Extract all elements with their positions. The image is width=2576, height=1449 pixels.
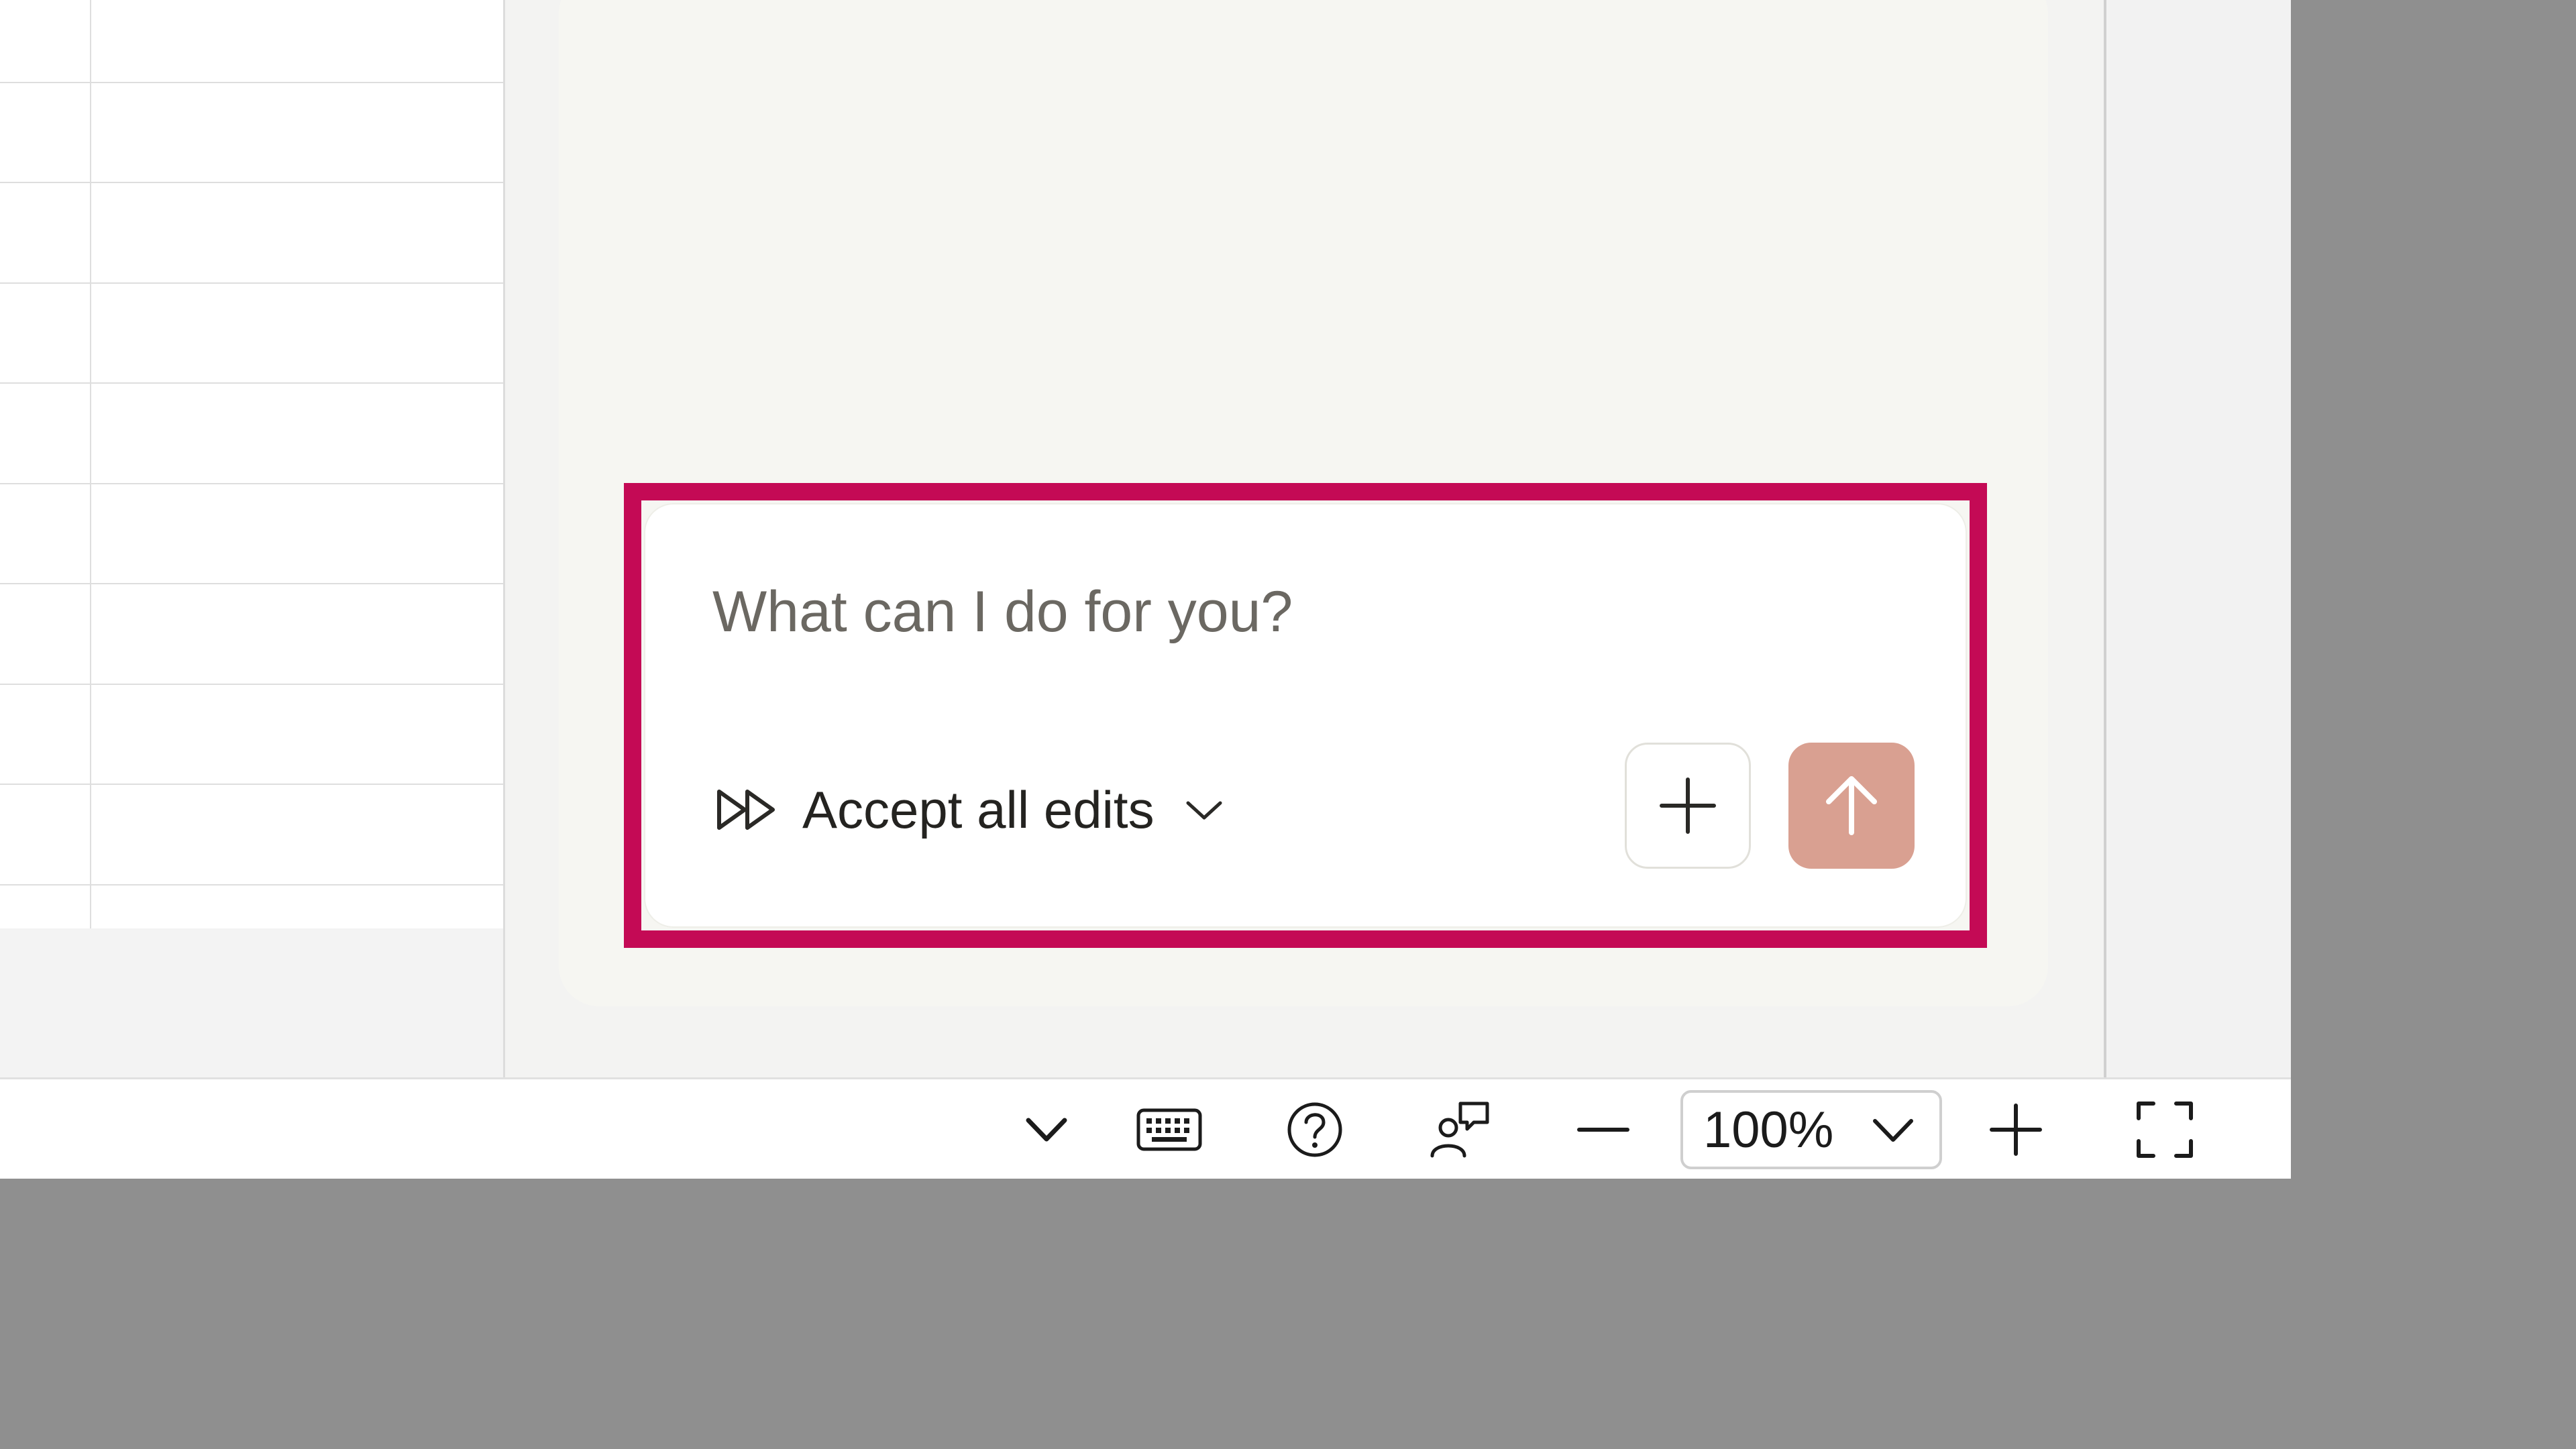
status-bar: 100%	[0, 1077, 2291, 1179]
spreadsheet-grid[interactable]	[0, 0, 504, 928]
chevron-down-icon	[1873, 1119, 1913, 1142]
arrow-up-icon	[1826, 776, 1877, 835]
grid-row-line	[0, 483, 503, 484]
grid-row-line	[0, 182, 503, 183]
keyboard-icon	[1136, 1108, 1202, 1151]
keyboard-shortcuts-button[interactable]	[1132, 1098, 1206, 1161]
grid-row-line	[0, 784, 503, 785]
chevron-down-icon	[1026, 1118, 1067, 1142]
application-window: Accept all edits	[0, 0, 2291, 1179]
zoom-out-button[interactable]	[1570, 1098, 1637, 1161]
grid-column-line	[90, 0, 91, 928]
chat-composer: Accept all edits	[644, 503, 1967, 928]
plus-icon	[1660, 777, 1716, 834]
help-circle-icon	[1287, 1102, 1342, 1157]
edit-mode-selector[interactable]: Accept all edits	[715, 773, 1224, 847]
help-button[interactable]	[1281, 1098, 1348, 1161]
grid-row-line	[0, 382, 503, 384]
fullscreen-button[interactable]	[2128, 1098, 2202, 1161]
grid-row-line	[0, 282, 503, 284]
right-gutter	[2106, 0, 2291, 1077]
zoom-level-select[interactable]: 100%	[1680, 1090, 1942, 1169]
send-button[interactable]	[1788, 743, 1915, 869]
grid-row-line	[0, 884, 503, 885]
grid-row-line	[0, 82, 503, 83]
sheet-empty-area	[0, 928, 503, 1077]
plus-icon	[1990, 1104, 2042, 1156]
chevron-down-icon	[1186, 801, 1222, 820]
zoom-in-button[interactable]	[1982, 1098, 2049, 1161]
grid-row-line	[0, 684, 503, 685]
add-attachment-button[interactable]	[1625, 743, 1751, 869]
fast-forward-icon	[717, 790, 775, 830]
feedback-button[interactable]	[1422, 1098, 1496, 1161]
edit-mode-label: Accept all edits	[802, 780, 1155, 839]
collapse-button[interactable]	[1013, 1098, 1080, 1161]
grid-row-line	[0, 583, 503, 584]
feedback-icon	[1430, 1102, 1489, 1158]
minus-icon	[1577, 1128, 1629, 1132]
prompt-input[interactable]	[712, 572, 1853, 652]
zoom-level-value: 100%	[1703, 1101, 1834, 1159]
fullscreen-icon	[2137, 1102, 2193, 1158]
